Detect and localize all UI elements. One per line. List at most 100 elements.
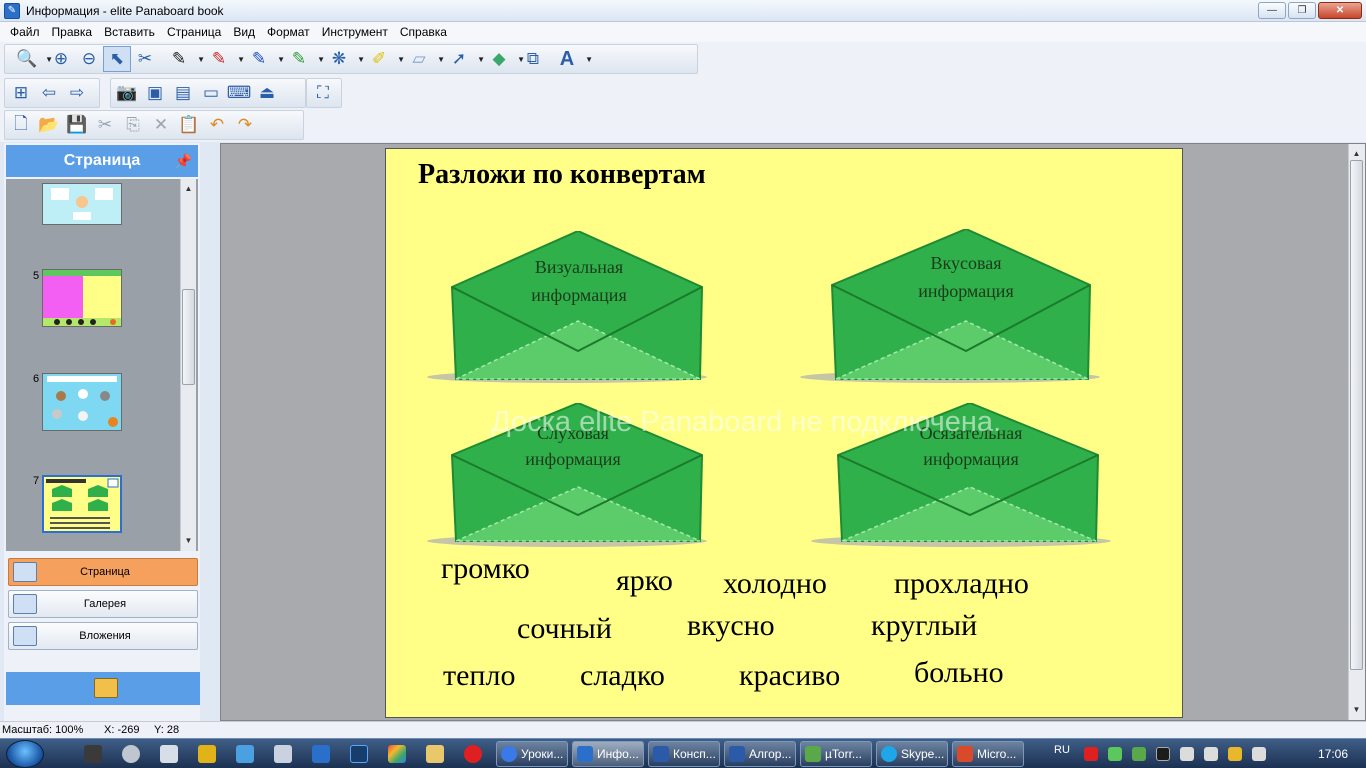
taskbar-button-browser[interactable]: Уроки... (496, 741, 568, 767)
copy-icon[interactable]: ⎘ (119, 112, 147, 138)
page-thumbnail-4[interactable] (42, 183, 122, 225)
menu-tools[interactable]: Инструмент (316, 25, 394, 39)
new-file-icon[interactable]: 🗋 (7, 112, 35, 138)
word-card[interactable]: громко (441, 552, 530, 586)
cut-icon[interactable]: ✂ (91, 112, 119, 138)
line-icon[interactable]: ➚ ▼ (439, 46, 485, 72)
pen-green-icon[interactable]: ✎ ▼ (279, 46, 325, 72)
eraser-icon[interactable]: ▱ ▼ (399, 46, 445, 72)
media-icon[interactable] (84, 745, 102, 763)
screen-capture-icon[interactable]: ▣ (141, 80, 169, 106)
calculator-icon[interactable] (160, 745, 178, 763)
check-icon[interactable] (1108, 747, 1122, 761)
tool-app-icon[interactable] (274, 745, 292, 763)
antivirus-icon[interactable] (1084, 747, 1098, 761)
tab-gallery[interactable]: Галерея (8, 590, 198, 618)
delete-icon[interactable]: ✕ (147, 112, 175, 138)
taskbar-button-word-2[interactable]: Алгор... (724, 741, 796, 767)
volume-icon[interactable] (1252, 747, 1266, 761)
pin-icon[interactable]: 📌 (175, 145, 192, 177)
tab-page[interactable]: Страница (8, 558, 198, 586)
taskbar-button-panaboard[interactable]: Инфо... (572, 741, 644, 767)
scissors-select-icon[interactable]: ✂ (131, 46, 159, 72)
redo-icon[interactable]: ↷ (231, 112, 259, 138)
device-tray-icon[interactable] (1204, 747, 1218, 761)
minimize-button[interactable]: — (1258, 2, 1286, 19)
scroll-down-icon[interactable]: ▼ (181, 533, 196, 548)
open-file-icon[interactable]: 📂 (35, 112, 63, 138)
window-capture-icon[interactable]: ▤ (169, 80, 197, 106)
undo-icon[interactable]: ↶ (203, 112, 231, 138)
opera-icon[interactable] (464, 745, 482, 763)
canvas-scroll-thumb[interactable] (1350, 160, 1363, 670)
page-thumbnail-6[interactable] (42, 373, 122, 431)
word-card[interactable]: круглый (871, 609, 977, 643)
scroll-down-icon[interactable]: ▼ (1349, 702, 1364, 717)
text-tool-icon[interactable]: A ▼ (547, 46, 593, 72)
keyboard-icon[interactable]: ⌨ (225, 80, 253, 106)
menu-file[interactable]: Файл (4, 25, 46, 39)
flag-tray-icon[interactable] (1180, 747, 1194, 761)
resize-icon[interactable]: ⧉ (519, 46, 547, 72)
panel-footer[interactable] (6, 672, 200, 705)
taskbar-button-word-1[interactable]: Консп... (648, 741, 720, 767)
save-icon[interactable]: 💾 (63, 112, 91, 138)
zoom-icon[interactable]: 🔍 ▼ (7, 46, 53, 72)
menu-insert[interactable]: Вставить (98, 25, 161, 39)
monitor-tray-icon[interactable] (1156, 747, 1170, 761)
network-signal-icon[interactable] (1228, 747, 1242, 761)
canvas-scrollbar[interactable]: ▲ ▼ (1348, 144, 1365, 720)
page-thumbnail-7[interactable] (42, 475, 122, 533)
zoom-in-icon[interactable]: ⊕ (47, 46, 75, 72)
taskbar-button-skype[interactable]: Skype... (876, 741, 948, 767)
language-indicator[interactable]: RU (1054, 744, 1070, 756)
explorer-icon[interactable] (426, 745, 444, 763)
thumbnail-scrollbar[interactable]: ▲ ▼ (180, 179, 196, 551)
word-card[interactable]: холодно (723, 567, 827, 601)
next-page-icon[interactable]: ⇨ (63, 80, 91, 106)
word-card[interactable]: вкусно (687, 609, 775, 643)
word-card[interactable]: сладко (580, 659, 665, 693)
word-card[interactable]: сочный (517, 612, 612, 646)
taskbar-button-utorrent[interactable]: µTorr... (800, 741, 872, 767)
menu-edit[interactable]: Правка (46, 25, 99, 39)
close-button[interactable]: ✕ (1318, 2, 1362, 19)
select-arrow-icon[interactable]: ⬉ (103, 46, 131, 72)
prev-page-icon[interactable]: ⇦ (35, 80, 63, 106)
spray-brush-icon[interactable]: ❋ ▼ (319, 46, 365, 72)
shapes-icon[interactable]: ◆ ▼ (479, 46, 525, 72)
menu-view[interactable]: Вид (227, 25, 261, 39)
page-thumbnail-5[interactable] (42, 269, 122, 327)
menu-page[interactable]: Страница (161, 25, 227, 39)
panaboard-app-icon[interactable] (312, 745, 330, 763)
pen-black-icon[interactable]: ✎ ▼ (159, 46, 205, 72)
zoom-out-icon[interactable]: ⊖ (75, 46, 103, 72)
folder-icon[interactable] (94, 678, 118, 698)
highlighter-icon[interactable]: ✐ ▼ (359, 46, 405, 72)
pen-blue-icon[interactable]: ✎ ▼ (239, 46, 285, 72)
word-card[interactable]: прохладно (894, 567, 1029, 601)
archive-icon[interactable] (198, 745, 216, 763)
word-card[interactable]: красиво (739, 659, 840, 693)
document-camera-icon[interactable]: ⏏ (253, 80, 281, 106)
camera-icon[interactable]: 📷 (113, 80, 141, 106)
word-card[interactable]: тепло (443, 659, 515, 693)
network-app-icon[interactable] (236, 745, 254, 763)
add-page-icon[interactable]: ⊞ (7, 80, 35, 106)
disc-icon[interactable] (122, 745, 140, 763)
tab-attachments[interactable]: Вложения (8, 622, 198, 650)
start-button[interactable] (6, 740, 44, 768)
pen-red-icon[interactable]: ✎ ▼ (199, 46, 245, 72)
taskbar-button-microsoft[interactable]: Micro... (952, 741, 1024, 767)
clock[interactable]: 17:06 (1318, 747, 1348, 761)
menu-help[interactable]: Справка (394, 25, 453, 39)
scroll-up-icon[interactable]: ▲ (181, 181, 196, 196)
monitor-icon[interactable]: ▭ (197, 80, 225, 106)
paste-icon[interactable]: 📋 (175, 112, 203, 138)
word-card[interactable]: больно (914, 656, 1004, 690)
fullscreen-icon[interactable]: ⛶ (309, 80, 337, 106)
envelope-taste[interactable]: Вкусовая информация (800, 227, 1100, 385)
menu-format[interactable]: Формат (261, 25, 316, 39)
word-card[interactable]: ярко (616, 564, 673, 598)
scroll-up-icon[interactable]: ▲ (1349, 146, 1364, 161)
